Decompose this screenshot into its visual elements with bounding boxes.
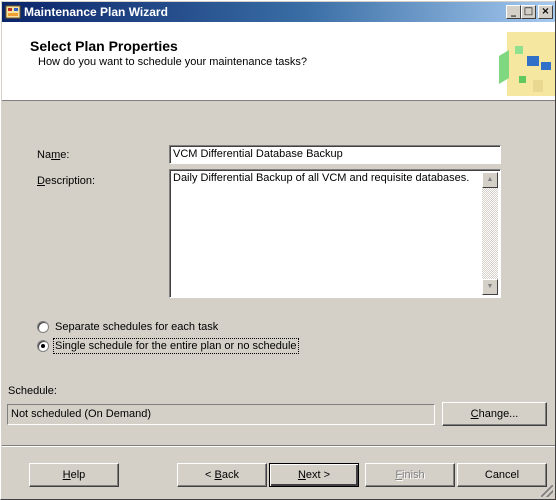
help-button[interactable]: Help	[29, 463, 119, 487]
name-label: Name:	[37, 149, 70, 161]
wizard-window: Maintenance Plan Wizard _ □ × Select Pla…	[0, 0, 556, 500]
schedule-label: Schedule:	[8, 385, 57, 397]
description-input[interactable]: Daily Differential Backup of all VCM and…	[169, 169, 501, 298]
close-button[interactable]: ×	[538, 5, 553, 19]
schedule-display: Not scheduled (On Demand)	[7, 404, 435, 425]
maximize-icon: □	[523, 6, 534, 17]
minimize-icon: _	[511, 6, 516, 17]
name-input[interactable]: VCM Differential Database Backup	[169, 145, 501, 164]
finish-button: Finish	[365, 463, 455, 487]
minimize-button[interactable]: _	[506, 5, 521, 19]
cancel-button[interactable]: Cancel	[457, 463, 547, 487]
resize-grip-icon[interactable]	[541, 485, 553, 497]
maximize-button[interactable]: □	[521, 5, 536, 19]
window-title: Maintenance Plan Wizard	[24, 5, 168, 19]
scroll-up-button[interactable]: ▲	[482, 172, 498, 188]
close-icon: ×	[541, 6, 550, 17]
wizard-banner-icon	[499, 32, 555, 96]
wizard-header: Select Plan Properties How do you want t…	[2, 22, 555, 101]
description-scrollbar[interactable]: ▲ ▼	[482, 172, 498, 295]
change-schedule-button[interactable]: Change...	[442, 402, 547, 426]
page-subtitle: How do you want to schedule your mainten…	[38, 56, 308, 68]
next-button[interactable]: Next >	[269, 463, 359, 487]
radio-separate-schedules[interactable]: Separate schedules for each task	[37, 321, 218, 335]
radio-button[interactable]	[37, 321, 49, 334]
page-title: Select Plan Properties	[30, 38, 178, 54]
radio-single-schedule[interactable]: Single schedule for the entire plan or n…	[37, 338, 299, 355]
app-icon	[5, 5, 21, 19]
back-button[interactable]: < Back	[177, 463, 267, 487]
title-bar[interactable]: Maintenance Plan Wizard _ □ ×	[2, 2, 555, 22]
scroll-down-button[interactable]: ▼	[482, 279, 498, 295]
radio-button[interactable]	[37, 340, 49, 353]
description-label: Description:	[37, 175, 96, 187]
description-text: Daily Differential Backup of all VCM and…	[173, 172, 470, 184]
footer-divider	[2, 445, 555, 447]
